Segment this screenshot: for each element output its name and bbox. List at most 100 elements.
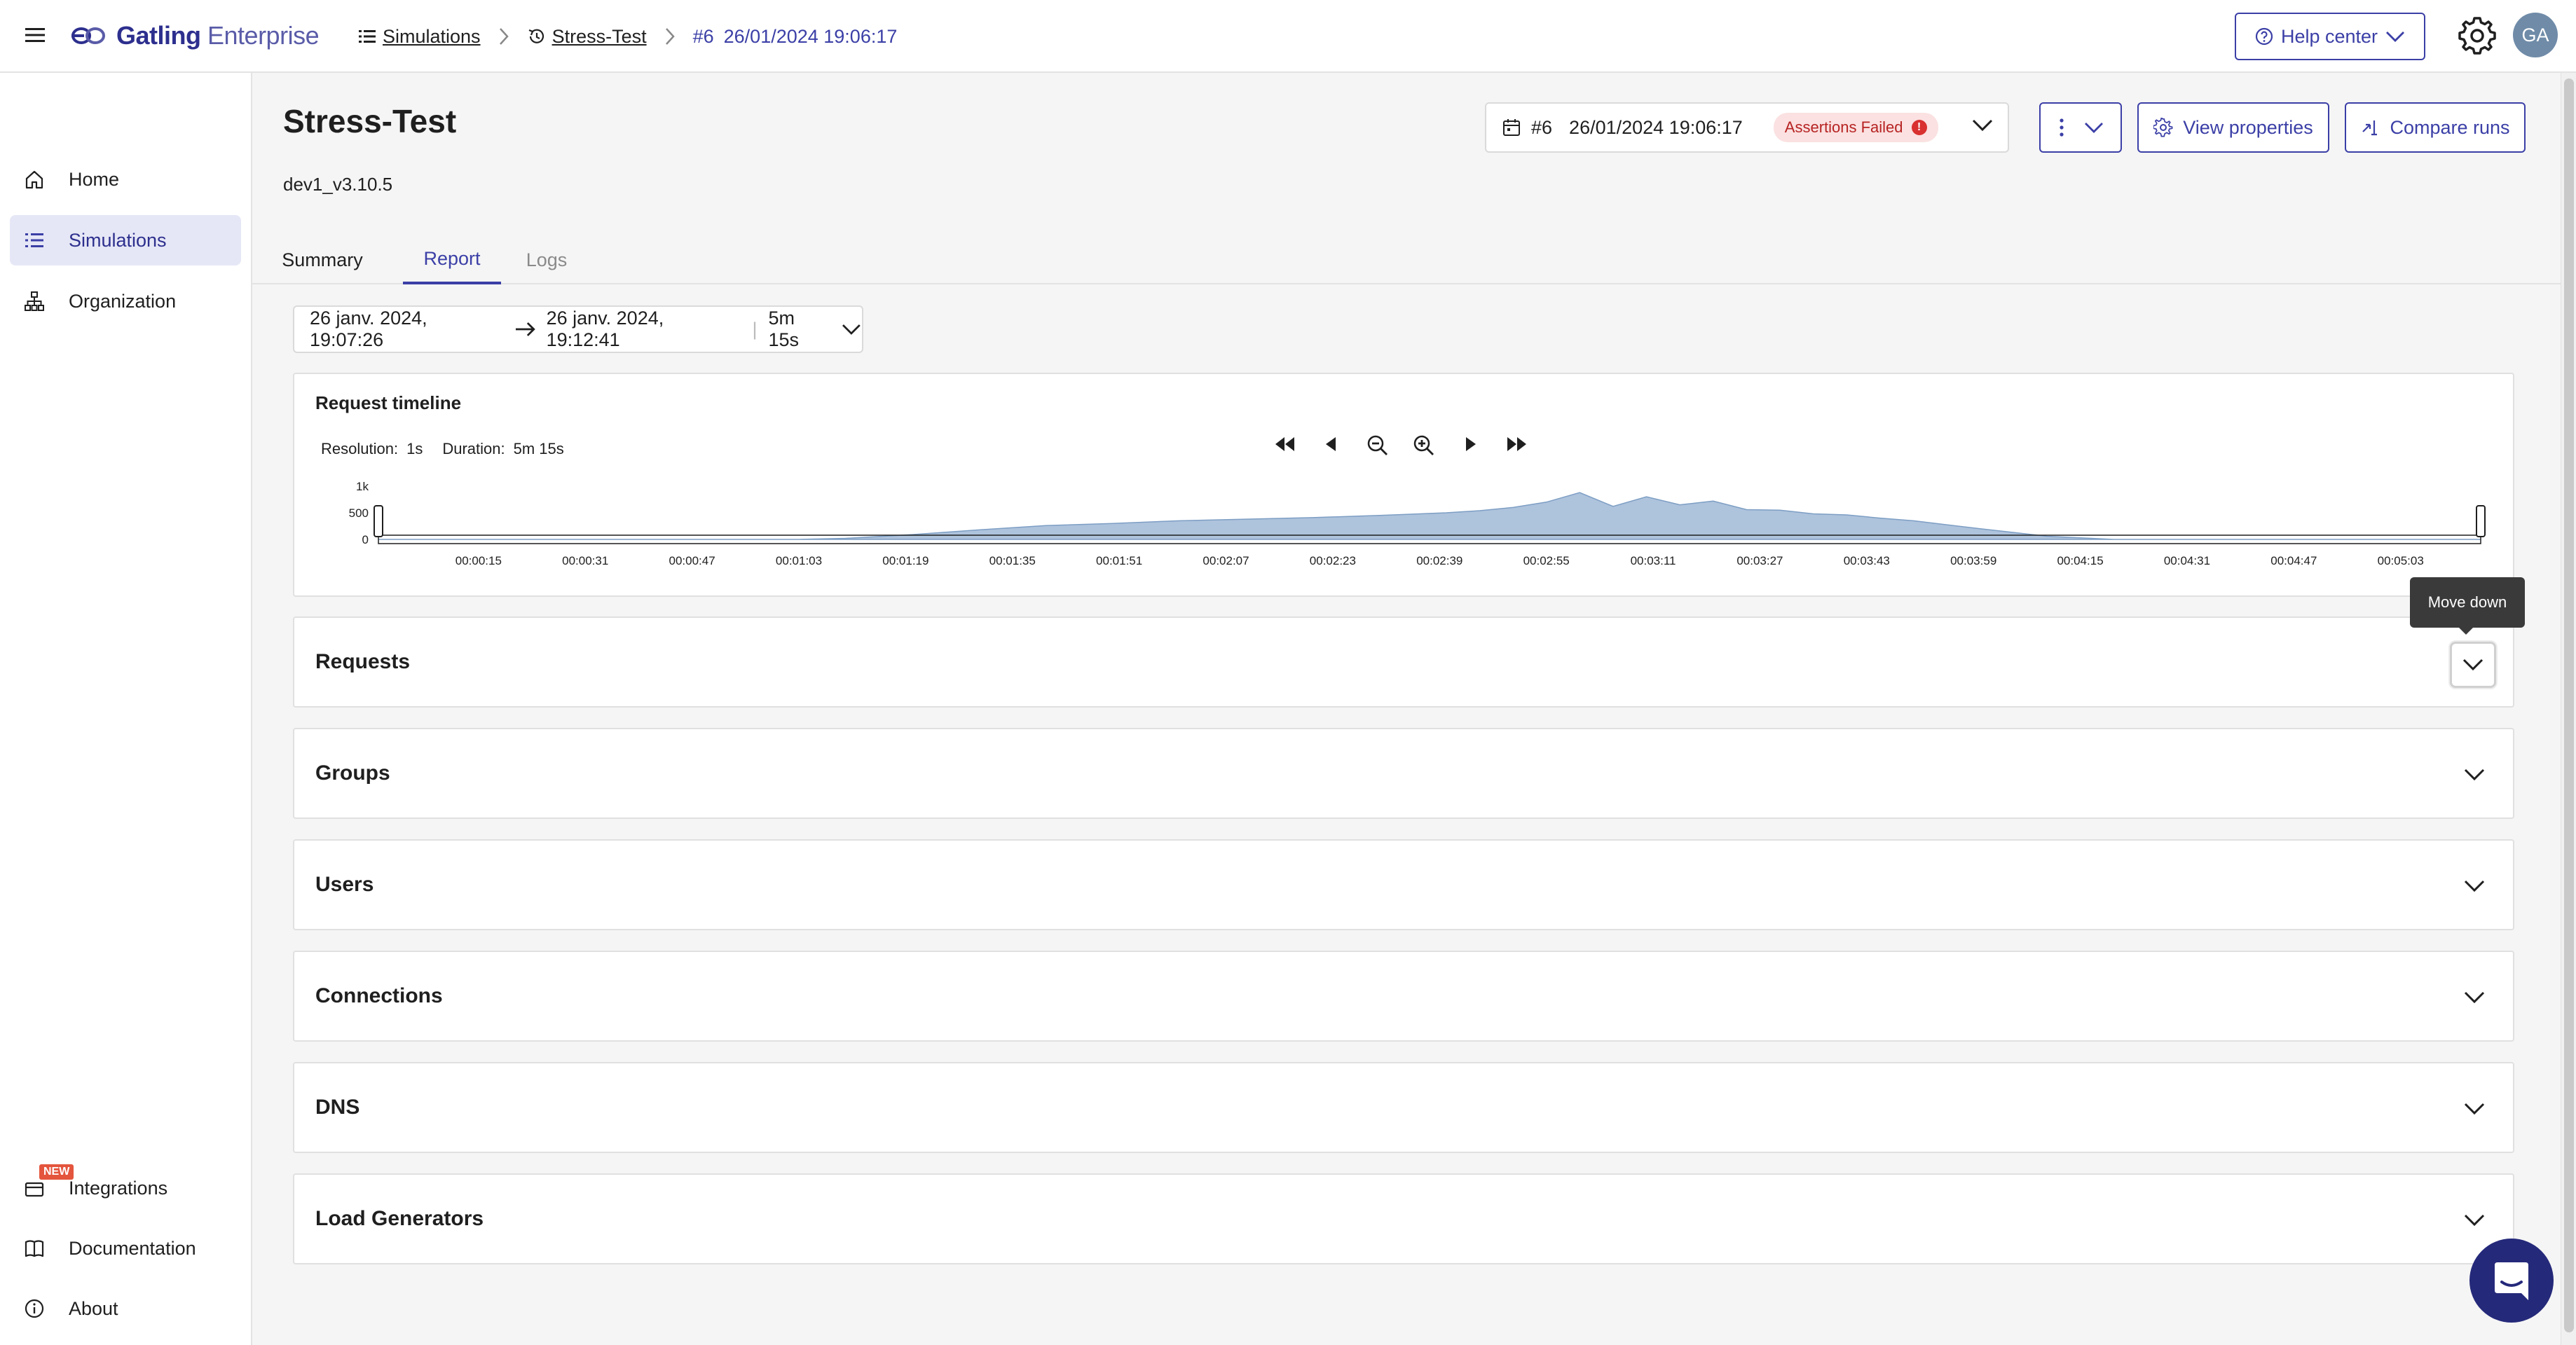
sidebar-item-label: About <box>69 1297 118 1319</box>
list-icon <box>359 30 376 43</box>
status-badge: Assertions Failed ! <box>1773 113 1938 142</box>
top-bar: Gatling Enterprise Simulations Stress-Te… <box>0 0 2576 73</box>
chat-icon <box>2495 1262 2528 1300</box>
x-tick-label: 00:04:15 <box>2057 554 2103 567</box>
x-tick-label: 00:04:47 <box>2270 554 2317 567</box>
sidebar-item-home[interactable]: Home <box>10 154 241 205</box>
resolution-label: Resolution: <box>321 440 399 457</box>
home-icon <box>25 170 43 189</box>
list-icon <box>25 233 43 247</box>
x-tick-label: 00:03:59 <box>1950 554 1996 567</box>
y-tick-label: 1k <box>356 480 369 493</box>
avatar-initials: GA <box>2521 24 2549 46</box>
sidebar-item-organization[interactable]: Organization <box>10 276 241 326</box>
zoom-in-icon[interactable] <box>1413 434 1435 457</box>
page-scrollbar[interactable] <box>2561 73 2576 1345</box>
help-center-label: Help center <box>2280 25 2378 47</box>
chevron-right-icon <box>499 28 509 45</box>
move-down-tooltip: Move down <box>2410 577 2525 635</box>
scrollbar-thumb[interactable] <box>2564 78 2574 1332</box>
request-timeline-chart[interactable]: 1k 500 0 00:00:15 00:00:31 00:00:47 00:01:03 00… <box>315 472 2495 591</box>
section-title: Load Generators <box>315 1207 484 1230</box>
view-properties-button[interactable]: View properties <box>2137 102 2329 153</box>
chevron-down-icon <box>842 324 861 335</box>
chevron-down-icon <box>2464 768 2485 781</box>
tab-summary[interactable]: Summary <box>282 235 363 284</box>
x-tick-label: 00:00:15 <box>455 554 502 567</box>
sidebar-nav-final: Home Simulations Organization NEW Integr… <box>0 73 252 1345</box>
section-title: DNS <box>315 1096 360 1119</box>
sidebar-item-label: Simulations <box>69 229 167 251</box>
section-dns[interactable]: DNS <box>293 1062 2514 1153</box>
x-tick-label: 00:02:23 <box>1310 554 1356 567</box>
sidebar-item-simulations[interactable]: Simulations <box>10 215 241 265</box>
chevron-right-icon <box>665 28 675 45</box>
expand-button[interactable] <box>2457 980 2492 1015</box>
x-tick-label: 00:05:03 <box>2378 554 2424 567</box>
expand-button[interactable] <box>2457 869 2492 904</box>
x-tick-label: 00:00:47 <box>669 554 715 567</box>
breadcrumb-simulations-label: Simulations <box>383 25 481 47</box>
gatling-logo[interactable]: Gatling Enterprise <box>70 18 320 53</box>
x-tick-label: 00:02:07 <box>1203 554 1249 567</box>
x-tick-label: 00:01:19 <box>882 554 929 567</box>
info-icon <box>25 1299 44 1318</box>
chevron-down-icon <box>2085 123 2103 133</box>
x-tick-label: 00:01:35 <box>989 554 1036 567</box>
sidebar-item-about[interactable]: About <box>10 1283 241 1334</box>
chevron-down-icon <box>2386 32 2405 42</box>
fast-forward-icon[interactable] <box>1505 434 1528 454</box>
compare-runs-button[interactable]: Compare runs <box>2345 102 2526 153</box>
tab-report[interactable]: Report <box>403 235 501 284</box>
chevron-down-icon <box>1972 119 1993 132</box>
history-icon <box>528 29 544 43</box>
section-connections[interactable]: Connections <box>293 951 2514 1042</box>
time-range-selector[interactable]: 26 janv. 2024, 19:07:26 26 janv. 2024, 1… <box>293 305 863 353</box>
timeline-meta: Resolution: 1s Duration: 5m 15s <box>321 440 573 458</box>
chevron-down-icon <box>2464 1103 2485 1115</box>
timeline-area-series <box>378 492 2481 540</box>
timeline-brush-handle-right <box>2476 505 2486 537</box>
more-actions-button[interactable] <box>2039 102 2122 153</box>
section-groups[interactable]: Groups <box>293 728 2514 819</box>
rewind-icon[interactable] <box>1274 434 1296 454</box>
x-tick-label: 00:03:27 <box>1736 554 1783 567</box>
step-back-icon[interactable] <box>1320 434 1343 454</box>
chat-widget-button[interactable] <box>2469 1239 2554 1323</box>
section-title: Groups <box>315 761 390 785</box>
timeline-controls <box>1274 434 1551 457</box>
move-down-button[interactable] <box>2450 642 2496 688</box>
range-start: 26 janv. 2024, 19:07:26 <box>310 308 427 350</box>
expand-button[interactable] <box>2457 757 2492 792</box>
play-icon[interactable] <box>1459 434 1481 454</box>
x-tick-label: 00:00:31 <box>562 554 608 567</box>
section-requests[interactable]: Requests <box>293 616 2514 708</box>
breadcrumb-simulation[interactable]: Stress-Test <box>527 26 647 48</box>
breadcrumb-simulations[interactable]: Simulations <box>357 26 481 48</box>
section-title: Requests <box>315 650 411 673</box>
zoom-out-icon[interactable] <box>1366 434 1389 457</box>
breadcrumb-run-number: #6 <box>692 25 714 47</box>
sidebar-item-label: Integrations <box>69 1177 168 1199</box>
avatar[interactable]: GA <box>2513 13 2558 57</box>
hamburger-menu-icon[interactable] <box>24 24 46 46</box>
page-title: Stress-Test <box>283 103 457 139</box>
expand-button[interactable] <box>2457 1091 2492 1126</box>
help-center-button[interactable]: Help center <box>2235 13 2425 60</box>
section-load-generators[interactable]: Load Generators <box>293 1173 2514 1264</box>
sidebar-item-documentation[interactable]: Documentation <box>10 1223 241 1274</box>
duration-label: Duration: <box>442 440 505 457</box>
expand-button[interactable] <box>2457 1203 2492 1238</box>
resolution-value: 1s <box>406 440 423 457</box>
chevron-down-icon <box>2462 658 2483 671</box>
book-icon <box>25 1240 44 1257</box>
arrow-right-icon <box>515 322 535 336</box>
section-users[interactable]: Users <box>293 839 2514 930</box>
breadcrumb-current-run: #6 26/01/2024 19:06:17 <box>693 26 898 48</box>
run-selector[interactable]: #6 26/01/2024 19:06:17 Assertions Failed… <box>1485 102 2009 153</box>
gear-icon[interactable] <box>2457 15 2498 56</box>
new-badge: NEW <box>39 1164 74 1180</box>
tab-logs[interactable]: Logs <box>519 235 575 284</box>
sidebar-item-integrations[interactable]: NEW Integrations <box>10 1163 241 1213</box>
status-badge-label: Assertions Failed <box>1784 118 1903 136</box>
